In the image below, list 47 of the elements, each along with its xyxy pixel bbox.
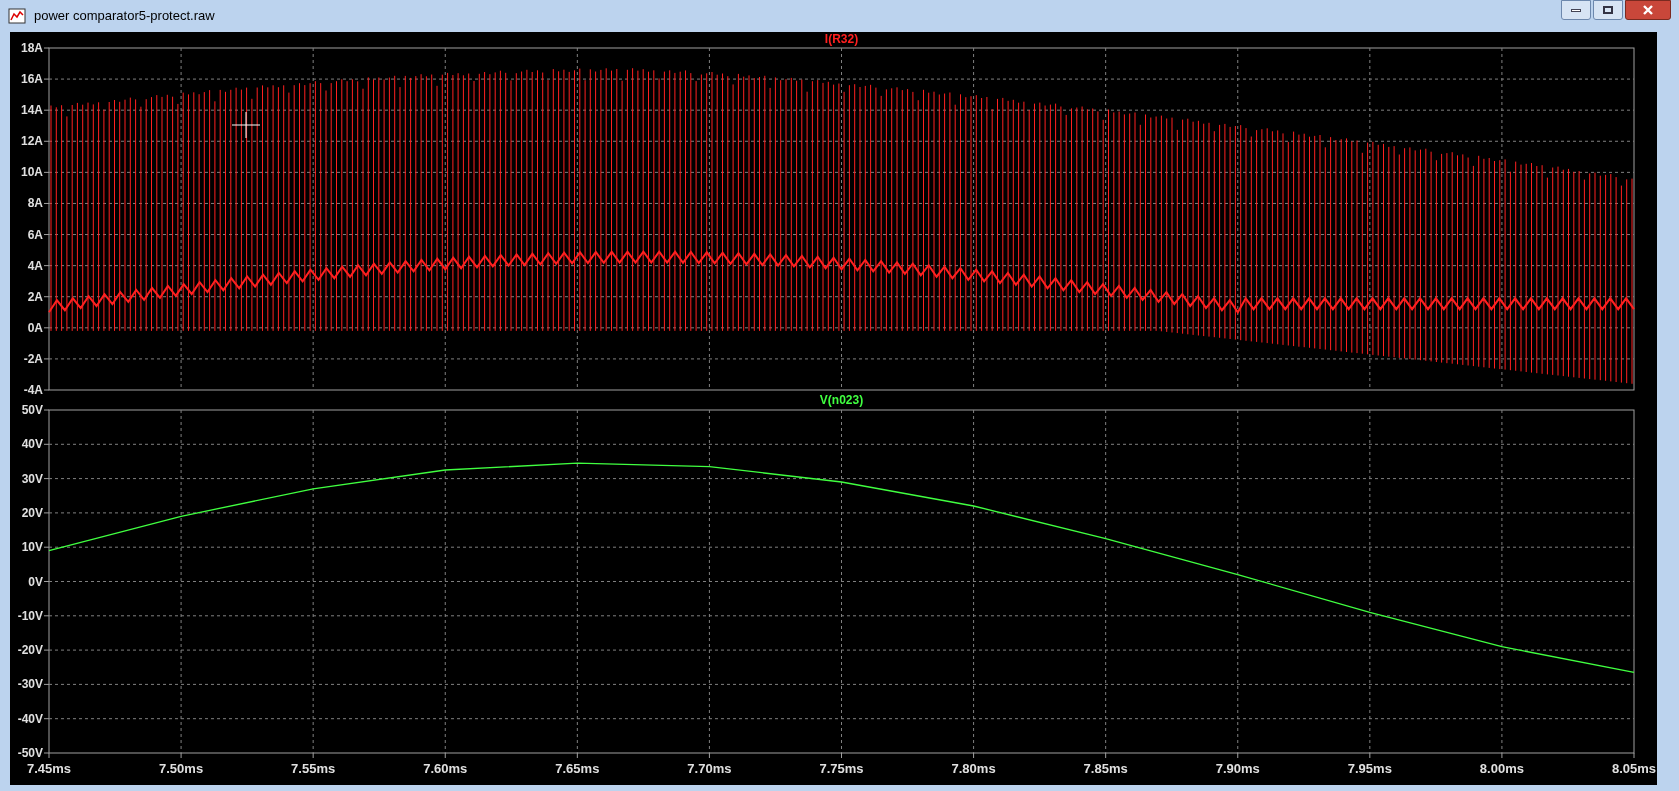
minimize-button[interactable] xyxy=(1561,0,1591,20)
trace-label: V(n023) xyxy=(819,394,864,407)
axis-tick-label: 8.00ms xyxy=(1479,761,1524,776)
axis-tick-label: -50V xyxy=(17,746,43,760)
axis-tick-label: 10A xyxy=(21,165,43,180)
axis-tick-label: -20V xyxy=(17,643,43,658)
axis-tick-label: 8.05ms xyxy=(1611,761,1657,776)
axis-tick-label: 40V xyxy=(21,437,43,452)
axis-tick-label: 7.50ms xyxy=(159,761,204,776)
restore-icon xyxy=(1603,6,1613,14)
axis-tick-label: 7.85ms xyxy=(1083,761,1128,776)
maximize-button[interactable] xyxy=(1593,0,1623,20)
axis-tick-label: -2A xyxy=(23,351,43,366)
axis-tick-label: 0A xyxy=(27,320,43,335)
axis-tick-label: 7.80ms xyxy=(951,761,996,776)
axis-tick-label: 0V xyxy=(28,574,43,589)
axis-tick-label: 7.45ms xyxy=(26,761,72,776)
axis-tick-label: 6A xyxy=(27,227,43,242)
axis-tick-label: 2A xyxy=(27,289,43,304)
axis-tick-label: -4A xyxy=(23,383,43,394)
axis-tick-label: 30V xyxy=(21,471,43,486)
close-button[interactable] xyxy=(1625,0,1671,20)
axis-tick-label: 8A xyxy=(27,196,43,211)
trace-label: I(R32) xyxy=(824,32,859,46)
axis-tick-label: 7.90ms xyxy=(1215,761,1260,776)
axis-tick-label: 50V xyxy=(21,403,43,417)
axis-tick-label: 14A xyxy=(21,103,43,118)
axis-tick-label: -40V xyxy=(17,711,43,726)
axis-tick-label: 7.95ms xyxy=(1347,761,1392,776)
axis-tick-label: 12A xyxy=(21,134,43,149)
axis-tick-label: 20V xyxy=(21,505,43,520)
axis-tick-label: 7.75ms xyxy=(819,761,864,776)
axis-tick-label: 4A xyxy=(27,258,43,273)
axis-tick-label: 7.65ms xyxy=(555,761,600,776)
axis-tick-label: 18A xyxy=(21,41,43,55)
axis-tick-label: 16A xyxy=(21,72,43,87)
axis-tick-label: 10V xyxy=(21,540,43,555)
axis-tick-label: 7.70ms xyxy=(687,761,732,776)
axis-tick-label: 7.55ms xyxy=(291,761,336,776)
axis-tick-label: 7.60ms xyxy=(423,761,468,776)
minimize-icon xyxy=(1571,8,1581,12)
axis-tick-label: -10V xyxy=(17,608,43,623)
waveform-app-icon xyxy=(8,8,26,24)
axis-tick-label: -30V xyxy=(17,677,43,692)
crosshair-cursor-icon xyxy=(231,111,261,139)
close-icon xyxy=(1642,5,1654,15)
window-title: power comparator5-protect.raw xyxy=(34,7,215,26)
